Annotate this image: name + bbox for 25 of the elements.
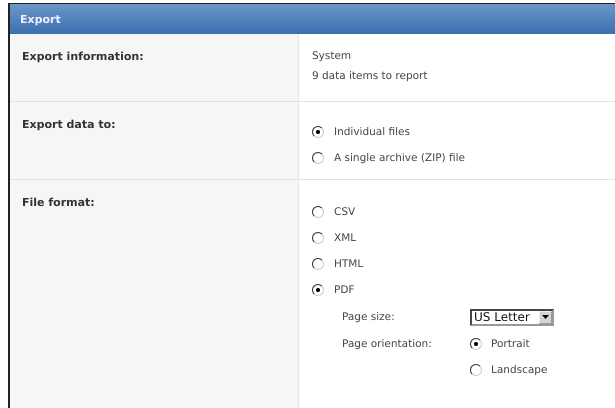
radio-button[interactable] xyxy=(312,152,324,164)
radio-label[interactable]: CSV xyxy=(334,206,356,218)
radio-label[interactable]: Portrait xyxy=(491,338,530,350)
radio-button[interactable] xyxy=(470,338,482,350)
radio-button[interactable] xyxy=(470,364,482,376)
radio-button[interactable] xyxy=(312,126,324,138)
radio-button[interactable] xyxy=(312,206,324,218)
field-label: Page orientation: xyxy=(342,337,433,352)
field-label: Export information: xyxy=(22,50,144,63)
radio-label[interactable]: HTML xyxy=(334,258,364,270)
radio-button[interactable] xyxy=(312,284,324,296)
field-label: File format: xyxy=(22,196,95,209)
radio-label[interactable]: Landscape xyxy=(491,364,548,376)
radio-label[interactable]: Individual files xyxy=(334,126,410,138)
radio-label[interactable]: PDF xyxy=(334,284,354,296)
info-text: 9 data items to report xyxy=(312,69,428,84)
radio-button[interactable] xyxy=(312,258,324,270)
info-text: System xyxy=(312,49,352,64)
panel-title: Export xyxy=(20,12,61,26)
page-size-dropdown[interactable]: US Letter xyxy=(470,308,554,326)
field-label: Page size: xyxy=(342,311,396,323)
radio-label[interactable]: XML xyxy=(334,232,356,244)
radio-button[interactable] xyxy=(312,232,324,244)
radio-label[interactable]: A single archive (ZIP) file xyxy=(334,152,465,164)
field-label: Export data to: xyxy=(22,118,116,131)
